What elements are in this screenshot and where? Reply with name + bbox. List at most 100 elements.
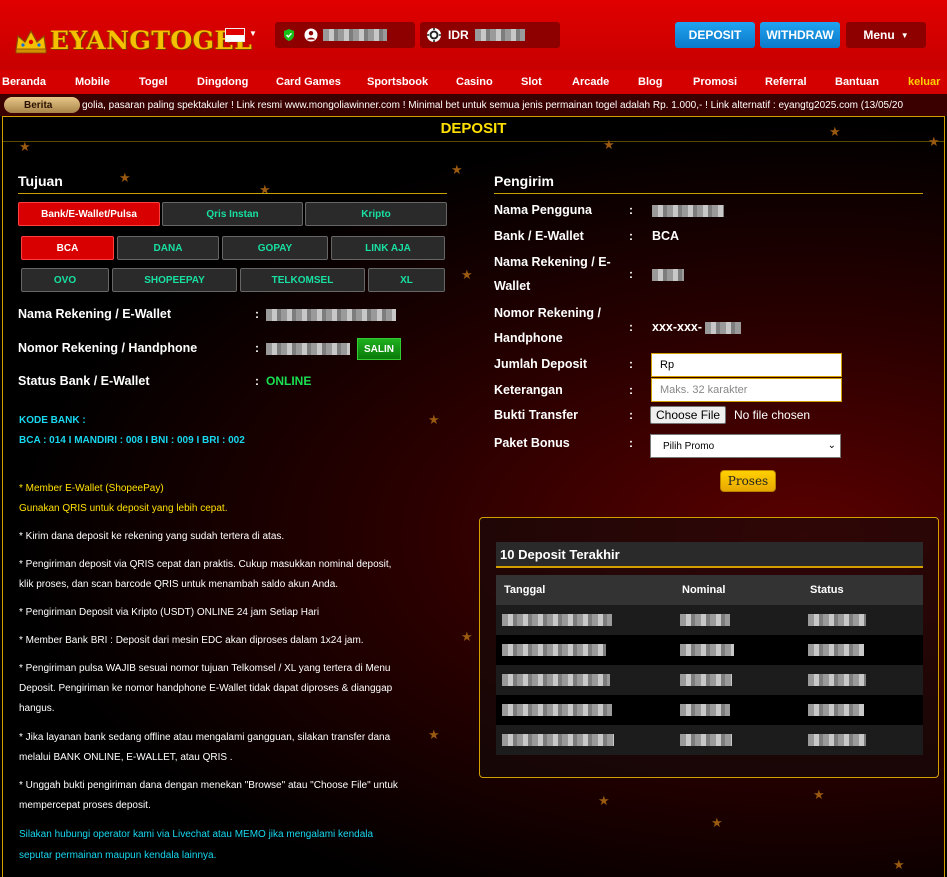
nav-item-promosi[interactable]: Promosi (693, 76, 737, 88)
rekening-number-redacted (266, 343, 350, 355)
column-status: Status (810, 584, 844, 596)
recent-deposits-header: Tanggal Nominal Status (496, 575, 923, 605)
nav-item-casino[interactable]: Casino (456, 76, 493, 88)
keterangan-label: Keterangan (494, 383, 563, 397)
colon: : (629, 357, 633, 371)
colon: : (255, 341, 259, 355)
menu-label: Menu (863, 28, 895, 42)
star-icon: ★ (928, 134, 940, 149)
nav-item-card-games[interactable]: Card Games (276, 76, 341, 88)
row-nominal-redacted (680, 734, 732, 746)
row-tanggal-redacted (502, 674, 610, 686)
bank-option-shopeepay[interactable]: SHOPEEPAY (112, 268, 237, 292)
star-icon: ★ (428, 727, 440, 742)
bank-option-dana[interactable]: DANA (117, 236, 219, 260)
kode-bank-values: BCA : 014 I MANDIRI : 008 I BNI : 009 I … (19, 435, 245, 446)
note-line: * Kirim dana deposit ke rekening yang su… (19, 531, 285, 542)
colon: : (629, 203, 633, 217)
note-line: klik proses, dan scan barcode QRIS untuk… (19, 579, 339, 590)
nav-item-dingdong[interactable]: Dingdong (197, 76, 248, 88)
nav-item-bantuan[interactable]: Bantuan (835, 76, 879, 88)
note-line: hangus. (19, 703, 55, 714)
main-nav: Beranda Mobile Togel Dingdong Card Games… (0, 70, 947, 94)
site-logo[interactable]: EYANGTOGEL (14, 26, 252, 55)
bank-option-link-aja[interactable]: LINK AJA (331, 236, 445, 260)
note-line: * Pengiriman deposit via QRIS cepat dan … (19, 559, 392, 570)
bank-option-telkomsel[interactable]: TELKOMSEL (240, 268, 365, 292)
star-icon: ★ (829, 124, 841, 139)
nav-item-togel[interactable]: Togel (139, 76, 168, 88)
chevron-down-icon: ⌄ (827, 440, 836, 451)
title-divider (3, 141, 944, 142)
row-nominal-redacted (680, 674, 732, 686)
star-icon: ★ (711, 815, 723, 830)
bank-option-gopay[interactable]: GOPAY (222, 236, 328, 260)
jumlah-deposit-label: Jumlah Deposit (494, 357, 588, 371)
nomor-rekening-label-cont: Handphone (494, 331, 563, 345)
nav-item-beranda[interactable]: Beranda (2, 76, 46, 88)
status-online-badge: ONLINE (266, 374, 312, 388)
row-tanggal-redacted (502, 734, 614, 746)
gunakan-qris-note: Gunakan QRIS untuk deposit yang lebih ce… (19, 503, 228, 514)
tujuan-rekening-label: Nama Rekening / E-Wallet (18, 307, 172, 321)
star-icon: ★ (893, 857, 905, 872)
username-pill (275, 22, 415, 48)
news-ticker: Berita golia, pasaran paling spektakuler… (0, 94, 947, 116)
colon: : (629, 383, 633, 397)
column-tanggal: Tanggal (504, 584, 546, 596)
row-nominal-redacted (680, 704, 730, 716)
deposit-button[interactable]: DEPOSIT (675, 22, 755, 48)
note-line: * Member Bank BRI : Deposit dari mesin E… (19, 635, 364, 646)
row-status-redacted (808, 674, 866, 686)
keterangan-input[interactable]: Maks. 32 karakter (651, 378, 842, 402)
star-icon: ★ (461, 629, 473, 644)
bank-ewallet-value: BCA (652, 229, 680, 243)
paket-bonus-selected: Pilih Promo (663, 440, 715, 452)
kode-bank-title: KODE BANK : (19, 415, 86, 426)
bank-ewallet-label: Bank / E-Wallet (494, 229, 584, 243)
crown-icon (15, 29, 47, 53)
nav-item-mobile[interactable]: Mobile (75, 76, 110, 88)
withdraw-button[interactable]: WITHDRAW (760, 22, 840, 48)
shield-check-icon (281, 27, 297, 43)
tujuan-nomor-label: Nomor Rekening / Handphone (18, 341, 198, 355)
jumlah-deposit-input[interactable]: Rp (651, 353, 842, 377)
choose-file-button[interactable]: Choose File (650, 406, 727, 424)
tab-qris-instan[interactable]: Qris Instan (162, 202, 303, 226)
row-status-redacted (808, 644, 864, 656)
note-line: * Unggah bukti pengiriman dana dengan me… (19, 780, 398, 791)
colon: : (629, 408, 633, 422)
nav-item-keluar[interactable]: keluar (908, 76, 940, 88)
table-row (496, 605, 923, 635)
star-icon: ★ (259, 182, 271, 197)
nav-item-blog[interactable]: Blog (638, 76, 662, 88)
star-icon: ★ (598, 793, 610, 808)
caret-down-icon: ▼ (900, 30, 909, 40)
bank-option-bca[interactable]: BCA (21, 236, 114, 260)
nav-item-arcade[interactable]: Arcade (572, 76, 609, 88)
no-file-text: No file chosen (734, 408, 811, 422)
paket-bonus-select[interactable]: Pilih Promo ⌄ (650, 434, 841, 458)
bank-option-xl[interactable]: XL (368, 268, 445, 292)
nav-item-slot[interactable]: Slot (521, 76, 542, 88)
paket-bonus-label: Paket Bonus (494, 436, 570, 450)
menu-button[interactable]: Menu ▼ (846, 22, 926, 48)
tab-kripto[interactable]: Kripto (305, 202, 447, 226)
star-icon: ★ (461, 267, 473, 282)
indonesia-flag-icon[interactable] (225, 28, 245, 42)
pengirim-underline (494, 193, 923, 194)
tab-bank-ewallet-pulsa[interactable]: Bank/E-Wallet/Pulsa (18, 202, 160, 226)
user-icon (303, 27, 319, 43)
row-tanggal-redacted (502, 614, 612, 626)
bukti-transfer-label: Bukti Transfer (494, 408, 579, 422)
proses-button[interactable]: Proses (720, 470, 776, 492)
bank-option-ovo[interactable]: OVO (21, 268, 109, 292)
rekening-name-redacted (266, 309, 396, 321)
salin-button[interactable]: SALIN (357, 338, 401, 360)
star-icon: ★ (428, 412, 440, 427)
nav-item-sportsbook[interactable]: Sportsbook (367, 76, 428, 88)
language-caret-icon[interactable]: ▼ (249, 29, 257, 38)
table-row (496, 695, 923, 725)
nav-item-referral[interactable]: Referral (765, 76, 807, 88)
tujuan-heading: Tujuan (18, 173, 63, 189)
